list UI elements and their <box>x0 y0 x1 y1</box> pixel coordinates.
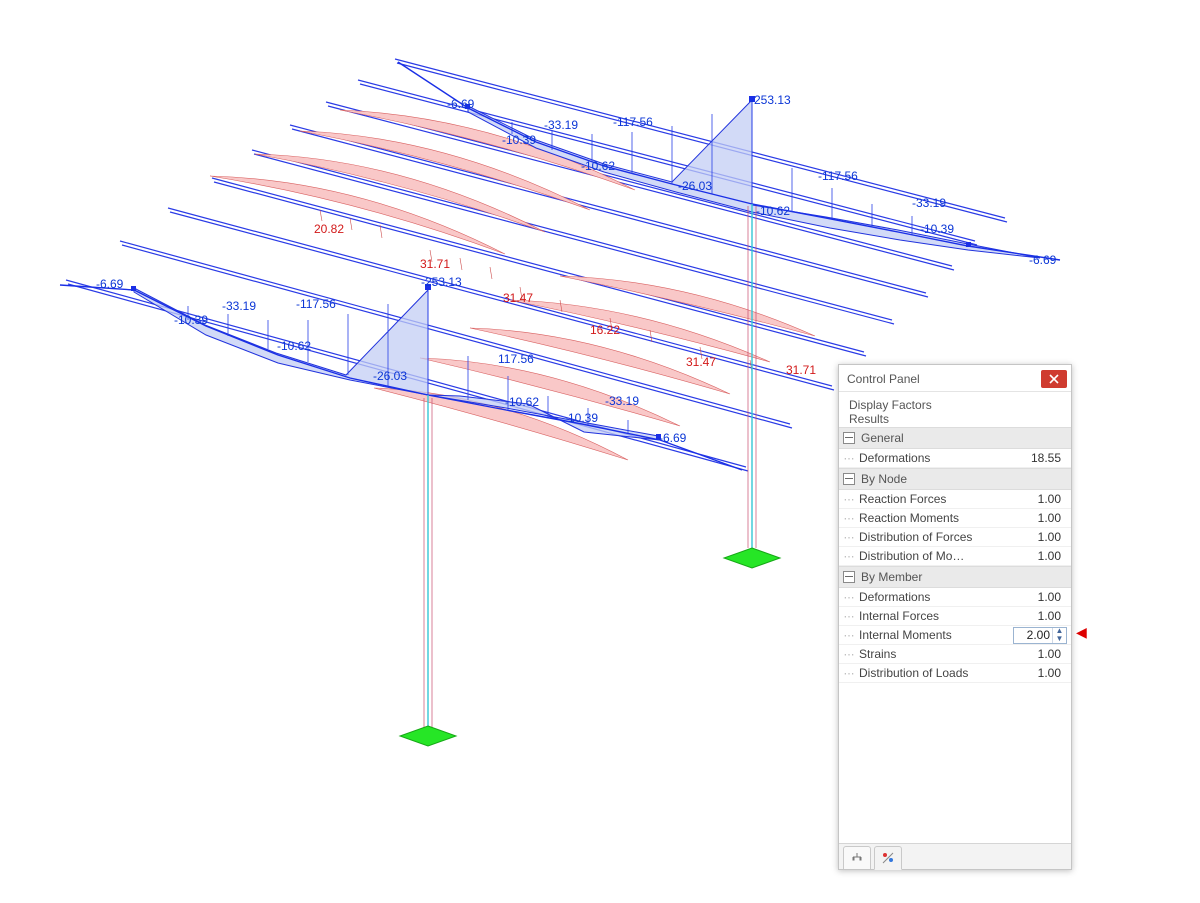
internal-moments-input[interactable] <box>1014 628 1052 642</box>
row-distribution-loads[interactable]: ⋯ Distribution of Loads 1.00 <box>839 664 1071 683</box>
row-distribution-forces[interactable]: ⋯ Distribution of Forces 1.00 <box>839 528 1071 547</box>
section-bymember-rows: ⋯ Deformations 1.00 ⋯ Internal Forces 1.… <box>839 588 1071 683</box>
support-back <box>724 548 780 568</box>
tab-scale[interactable] <box>843 846 871 869</box>
section-bymember-header[interactable]: By Member <box>839 566 1071 588</box>
row-strains[interactable]: ⋯ Strains 1.00 <box>839 645 1071 664</box>
collapse-icon[interactable] <box>843 432 855 444</box>
row-distribution-moments[interactable]: ⋯ Distribution of Mo… 1.00 <box>839 547 1071 566</box>
section-general-header[interactable]: General <box>839 427 1071 449</box>
control-panel[interactable]: Control Panel Display Factors Results Ge… <box>838 364 1072 870</box>
panel-titlebar[interactable]: Control Panel <box>839 365 1071 392</box>
scale-icon <box>850 851 864 865</box>
collapse-icon[interactable] <box>843 571 855 583</box>
section-general-rows: ⋯ Deformations 18.55 <box>839 449 1071 468</box>
panel-close-button[interactable] <box>1041 370 1067 388</box>
row-reaction-forces[interactable]: ⋯ Reaction Forces 1.00 <box>839 490 1071 509</box>
panel-tab-bar <box>839 843 1071 869</box>
pointer-indicator-icon <box>1076 627 1087 637</box>
collapse-icon[interactable] <box>843 473 855 485</box>
section-bynode-title: By Node <box>861 472 907 486</box>
section-bymember-title: By Member <box>861 570 922 584</box>
panel-title: Control Panel <box>847 367 1041 391</box>
section-bynode-header[interactable]: By Node <box>839 468 1071 490</box>
row-internal-forces[interactable]: ⋯ Internal Forces 1.00 <box>839 607 1071 626</box>
internal-moments-spinner[interactable]: ▲ ▼ <box>1013 627 1067 644</box>
section-bynode-rows: ⋯ Reaction Forces 1.00 ⋯ Reaction Moment… <box>839 490 1071 566</box>
factors-icon <box>881 851 895 865</box>
tab-factors[interactable] <box>874 846 902 870</box>
row-internal-moments[interactable]: ⋯ Internal Moments ▲ ▼ <box>839 626 1071 645</box>
section-general-title: General <box>861 431 904 445</box>
panel-body: General ⋯ Deformations 18.55 By Node ⋯ R… <box>839 427 1071 843</box>
row-reaction-moments[interactable]: ⋯ Reaction Moments 1.00 <box>839 509 1071 528</box>
row-member-deformations[interactable]: ⋯ Deformations 1.00 <box>839 588 1071 607</box>
row-general-deformations[interactable]: ⋯ Deformations 18.55 <box>839 449 1071 468</box>
spinner-down-icon[interactable]: ▼ <box>1053 635 1066 643</box>
support-front <box>400 726 456 746</box>
close-icon <box>1049 374 1059 384</box>
